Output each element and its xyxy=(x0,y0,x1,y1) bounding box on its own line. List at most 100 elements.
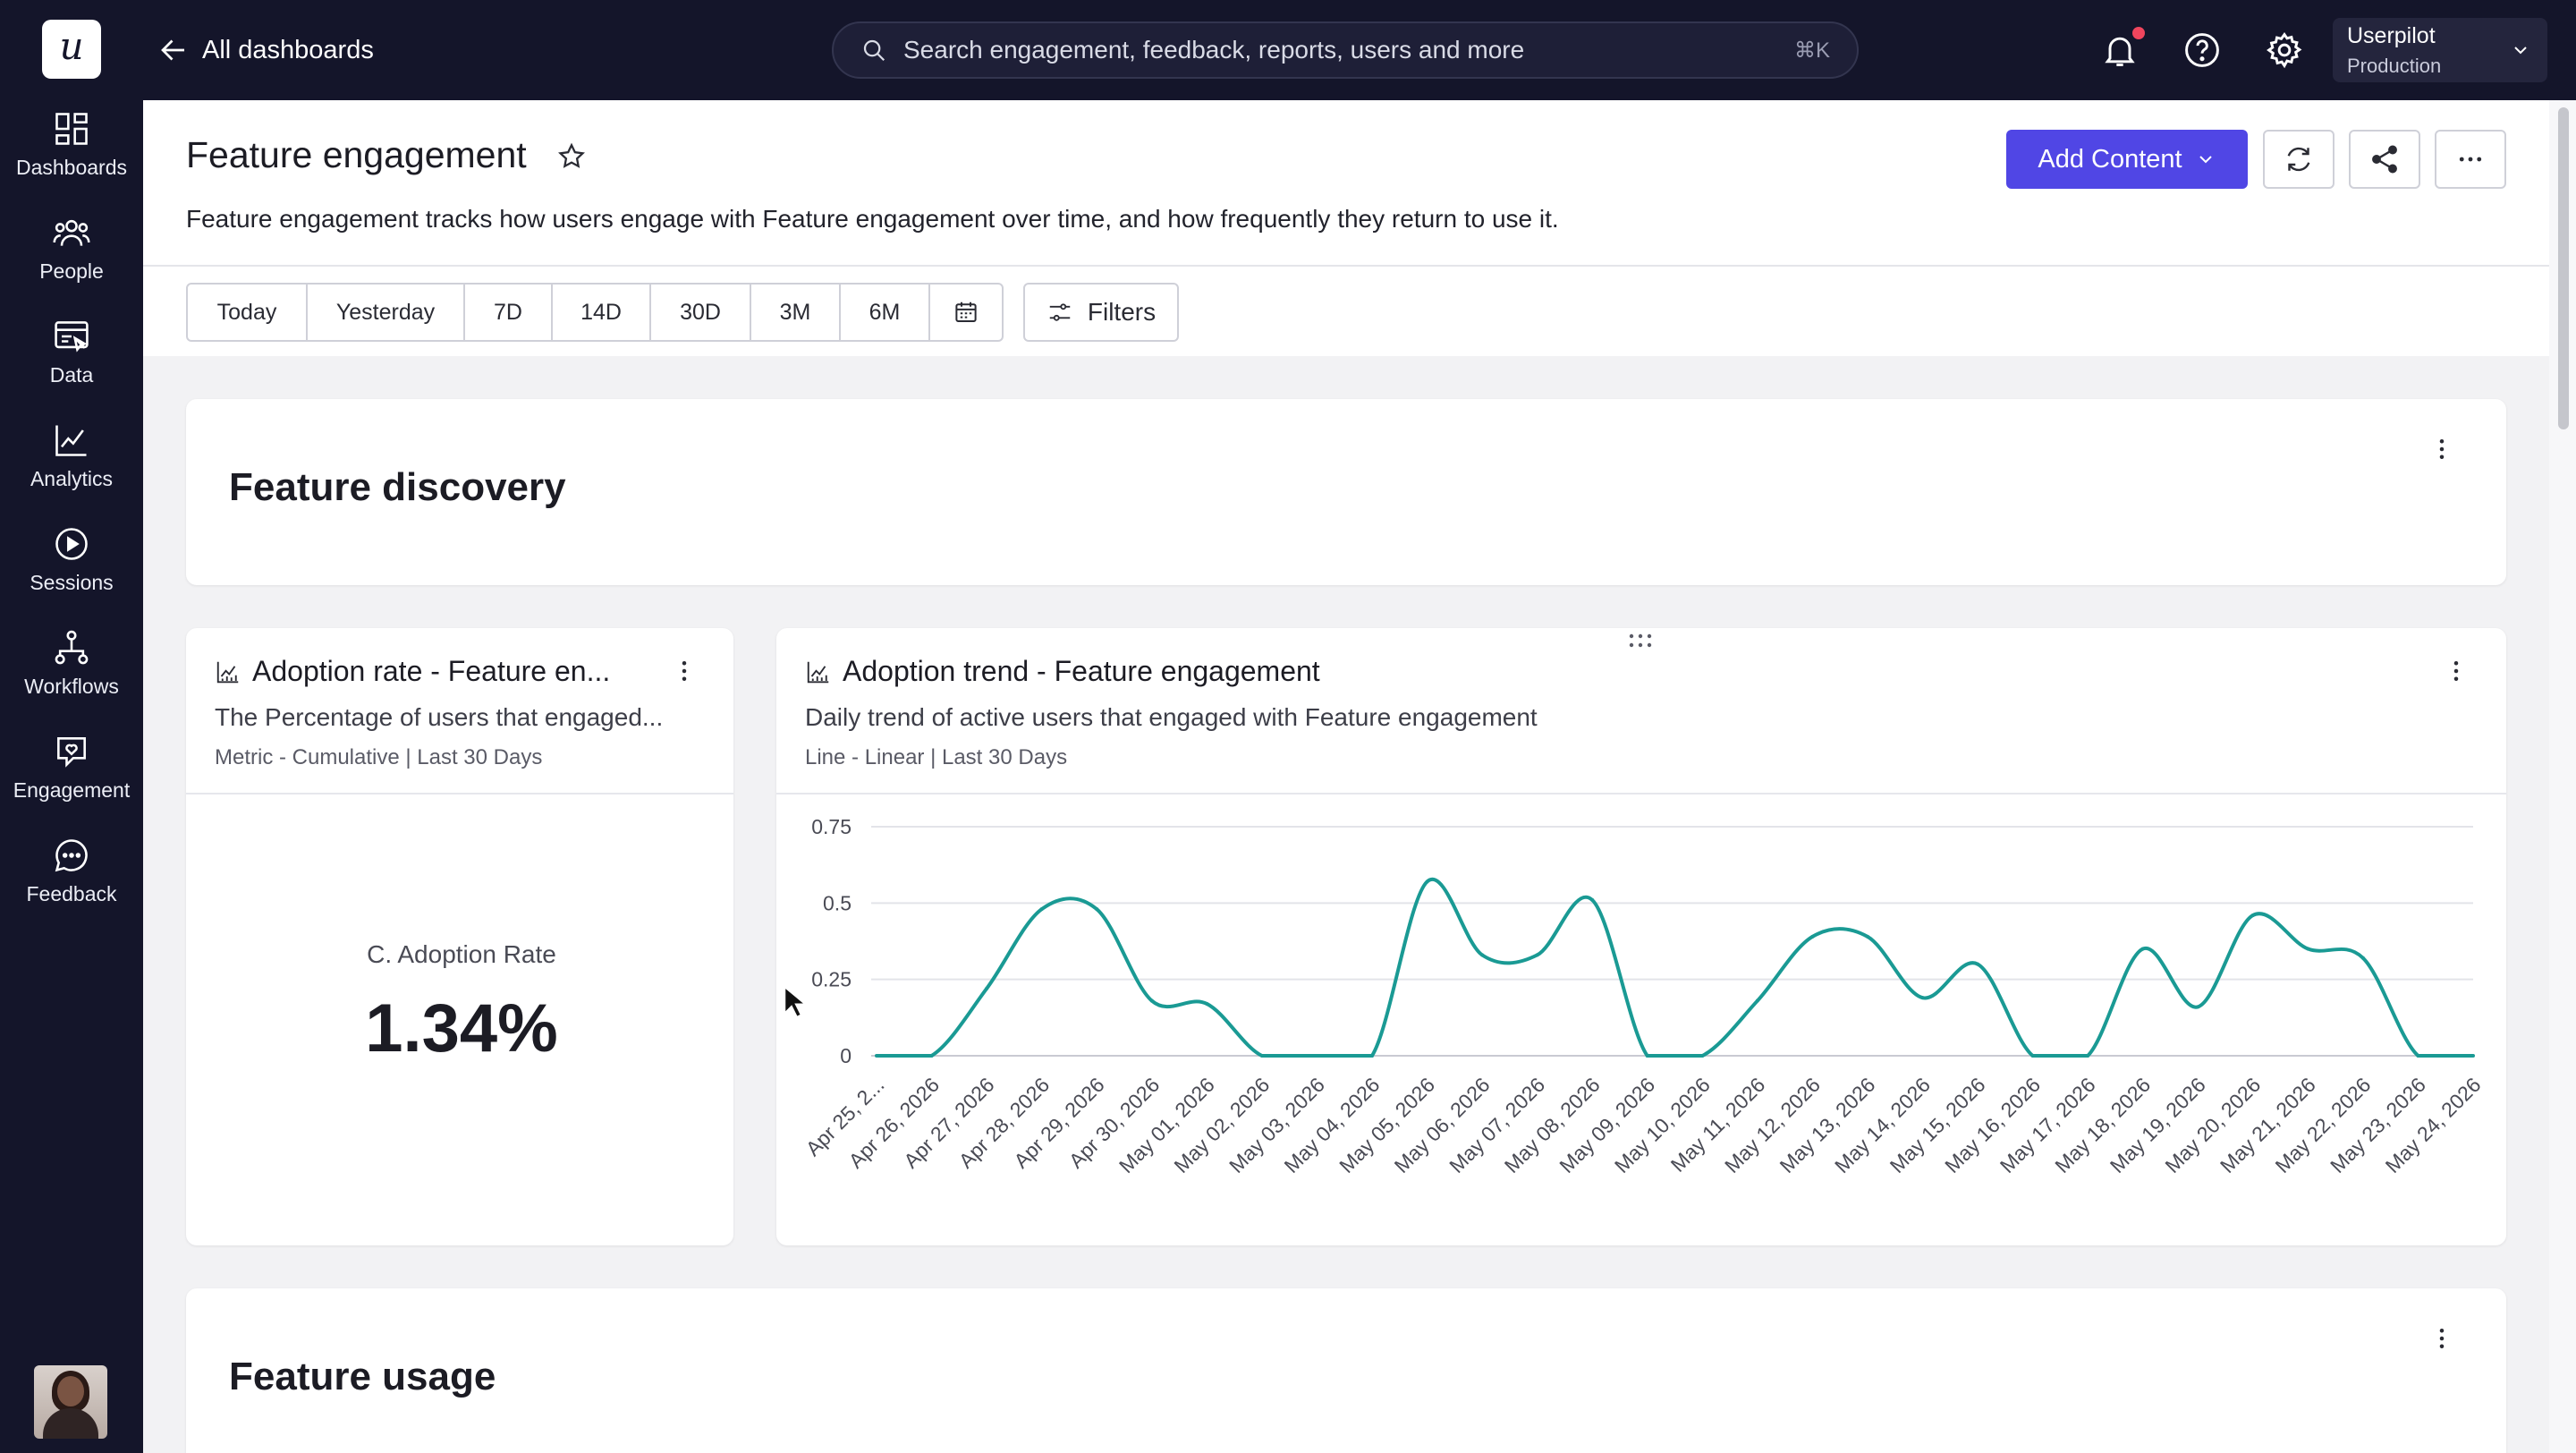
data-point[interactable] xyxy=(2196,1005,2200,1009)
star-icon[interactable] xyxy=(556,141,587,172)
data-point[interactable] xyxy=(1205,1001,1209,1006)
data-point[interactable] xyxy=(1480,953,1485,957)
card-meta: Metric - Cumulative | Last 30 Days xyxy=(215,745,543,769)
data-point[interactable] xyxy=(2360,956,2365,960)
data-point[interactable] xyxy=(1315,1054,1319,1058)
range-7d[interactable]: 7D xyxy=(465,285,553,340)
x-tick-label: May 01, 2026 xyxy=(1114,1073,1219,1177)
range-6m[interactable]: 6M xyxy=(841,285,930,340)
data-point[interactable] xyxy=(985,986,989,990)
x-tick-label: May 05, 2026 xyxy=(1335,1073,1439,1177)
chart-icon xyxy=(216,661,239,683)
data-point[interactable] xyxy=(2416,1054,2420,1058)
range-3m[interactable]: 3M xyxy=(751,285,841,340)
data-point[interactable] xyxy=(2140,947,2145,951)
avatar-body xyxy=(43,1408,98,1439)
data-point[interactable] xyxy=(1590,897,1595,902)
data-point[interactable] xyxy=(1810,934,1815,939)
custom-range-button[interactable] xyxy=(930,285,1002,340)
adoption-trend-chart: 00.250.50.75Apr 25, 2...Apr 26, 2026Apr … xyxy=(801,815,2486,1177)
filters-label: Filters xyxy=(1087,298,1157,326)
x-tick-label: May 06, 2026 xyxy=(1390,1073,1495,1177)
range-14d[interactable]: 14D xyxy=(553,285,651,340)
calendar-icon xyxy=(955,302,977,322)
data-point[interactable] xyxy=(1535,953,1539,957)
sidebar-item-engagement[interactable]: Engagement xyxy=(0,732,143,821)
filters-button[interactable]: Filters xyxy=(1023,283,1179,342)
data-point[interactable] xyxy=(1259,1054,1264,1058)
sidebar-item-data[interactable]: Data xyxy=(0,317,143,406)
data-point[interactable] xyxy=(2306,947,2310,951)
help-icon[interactable] xyxy=(2182,30,2222,70)
data-point[interactable] xyxy=(1149,998,1154,1003)
sidebar-item-dashboards[interactable]: Dashboards xyxy=(0,109,143,199)
range-30d[interactable]: 30D xyxy=(651,285,751,340)
refresh-icon xyxy=(2287,147,2310,172)
x-tick-label: May 14, 2026 xyxy=(1830,1073,1935,1177)
y-tick-label: 0.25 xyxy=(811,968,852,991)
x-tick-label: May 09, 2026 xyxy=(1555,1073,1659,1177)
data-point[interactable] xyxy=(929,1054,934,1058)
x-tick-label: May 18, 2026 xyxy=(2050,1073,2155,1177)
chevron-down-icon xyxy=(2514,47,2527,55)
analytics-icon xyxy=(55,425,87,456)
data-point[interactable] xyxy=(1039,907,1044,912)
data-point[interactable] xyxy=(1920,996,1925,1000)
logo-letter: u xyxy=(59,24,84,68)
global-search[interactable]: ⌘K xyxy=(832,21,1859,79)
add-content-button[interactable]: Add Content xyxy=(2006,130,2248,189)
card-subtitle: The Percentage of users that engaged... xyxy=(215,703,664,731)
back-to-dashboards-link[interactable]: All dashboards xyxy=(157,30,374,70)
data-point[interactable] xyxy=(2086,1054,2090,1058)
back-label: All dashboards xyxy=(202,35,374,64)
series-line[interactable] xyxy=(877,877,2473,1058)
data-point[interactable] xyxy=(2030,1054,2035,1058)
drag-handle-icon[interactable] xyxy=(1626,632,1655,650)
more-horizontal-icon xyxy=(2459,157,2482,162)
data-point[interactable] xyxy=(875,1054,878,1058)
more-options-button[interactable] xyxy=(2435,130,2506,189)
x-tick-label: May 03, 2026 xyxy=(1224,1073,1329,1177)
data-point[interactable] xyxy=(2471,1054,2475,1058)
sidebar-item-sessions[interactable]: Sessions xyxy=(0,524,143,614)
search-input[interactable] xyxy=(903,36,1794,64)
data-point[interactable] xyxy=(1095,907,1099,912)
data-point[interactable] xyxy=(1976,962,1980,966)
sidebar-item-label: Feedback xyxy=(26,882,117,905)
data-point[interactable] xyxy=(1645,1054,1649,1058)
range-yesterday[interactable]: Yesterday xyxy=(308,285,465,340)
card-meta: Line - Linear | Last 30 Days xyxy=(805,745,1068,769)
card-subtitle: Daily trend of active users that engaged… xyxy=(805,703,1538,731)
kebab-menu-icon[interactable] xyxy=(2428,436,2455,463)
data-point[interactable] xyxy=(1700,1054,1705,1058)
kebab-menu-icon[interactable] xyxy=(671,658,698,684)
avatar[interactable] xyxy=(34,1365,107,1439)
share-button[interactable] xyxy=(2349,130,2420,189)
data-point[interactable] xyxy=(1369,1054,1374,1058)
sidebar-item-analytics[interactable]: Analytics xyxy=(0,421,143,510)
x-tick-label: May 19, 2026 xyxy=(2106,1073,2210,1177)
sidebar-item-feedback[interactable]: Feedback xyxy=(0,836,143,925)
data-point[interactable] xyxy=(1425,879,1429,884)
refresh-button[interactable] xyxy=(2263,130,2334,189)
data-point[interactable] xyxy=(1865,934,1869,939)
kebab-menu-icon[interactable] xyxy=(2428,1325,2455,1352)
x-tick-label: May 07, 2026 xyxy=(1445,1073,1549,1177)
date-range-selector: Today Yesterday 7D 14D 30D 3M 6M xyxy=(186,283,1004,342)
x-tick-label: May 16, 2026 xyxy=(1940,1073,2045,1177)
sidebar-item-workflows[interactable]: Workflows xyxy=(0,628,143,718)
sidebar-item-people[interactable]: People xyxy=(0,213,143,302)
data-point[interactable] xyxy=(2250,913,2255,917)
account-environment: Production xyxy=(2347,55,2442,77)
data-point[interactable] xyxy=(1755,998,1759,1003)
scrollbar-thumb[interactable] xyxy=(2558,107,2569,429)
card-title: Adoption rate - Feature en... xyxy=(215,655,610,688)
workspace-switcher[interactable]: Userpilot Production xyxy=(2333,18,2547,82)
add-content-label: Add Content xyxy=(2038,144,2182,174)
range-today[interactable]: Today xyxy=(188,285,308,340)
gear-icon[interactable] xyxy=(2265,30,2304,70)
userpilot-logo[interactable]: u xyxy=(42,20,101,79)
sidebar-item-label: Dashboards xyxy=(15,156,128,179)
kebab-menu-icon[interactable] xyxy=(2443,658,2470,684)
workflows-icon xyxy=(55,630,89,665)
